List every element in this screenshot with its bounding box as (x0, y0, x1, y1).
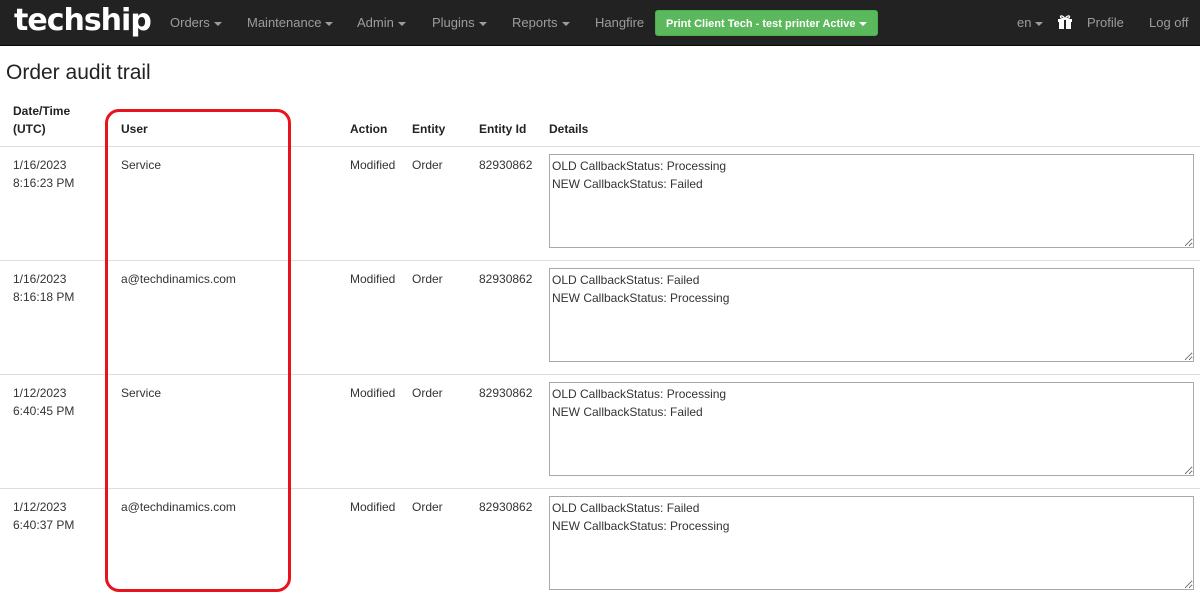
column-header-details: Details (549, 122, 589, 136)
caret-down-icon (1035, 21, 1044, 26)
logoff-link[interactable]: Log off (1149, 0, 1189, 46)
table-row: 1/12/2023 6:40:45 PM Service Modified Or… (0, 375, 1200, 489)
caret-down-icon (561, 21, 570, 26)
profile-link[interactable]: Profile (1087, 0, 1124, 46)
top-navbar: techship Orders Maintenance Admin Plugin… (0, 0, 1200, 46)
cell-user: a@techdinamics.com (121, 272, 236, 286)
nav-reports-label: Reports (512, 15, 558, 30)
cell-user: Service (121, 386, 162, 400)
nav-orders-label: Orders (170, 15, 210, 30)
cell-datetime: 1/12/2023 6:40:45 PM (13, 384, 103, 420)
table-row: 1/16/2023 8:16:23 PM Service Modified Or… (0, 147, 1200, 261)
cell-time: 6:40:37 PM (13, 518, 75, 532)
cell-action: Modified (350, 272, 396, 286)
caret-down-icon (213, 21, 222, 26)
cell-entity-id: 82930862 (479, 386, 533, 400)
details-textarea[interactable]: OLD CallbackStatus: Processing NEW Callb… (549, 382, 1194, 476)
column-header-user: User (121, 122, 148, 136)
language-label: en (1017, 15, 1032, 30)
nav-orders-dropdown[interactable]: Orders (170, 0, 222, 46)
column-header-datetime: Date/Time (UTC) (13, 102, 70, 138)
cell-entity: Order (412, 386, 443, 400)
column-header-action: Action (350, 122, 388, 136)
cell-action: Modified (350, 500, 396, 514)
table-row: 1/12/2023 6:40:37 PM a@techdinamics.com … (0, 489, 1200, 603)
brand-logo[interactable]: techship (14, 3, 152, 39)
cell-time: 8:16:18 PM (13, 290, 75, 304)
cell-datetime: 1/16/2023 8:16:18 PM (13, 270, 103, 306)
cell-time: 8:16:23 PM (13, 176, 75, 190)
details-textarea[interactable]: OLD CallbackStatus: Failed NEW CallbackS… (549, 268, 1194, 362)
cell-entity-id: 82930862 (479, 500, 533, 514)
nav-admin-dropdown[interactable]: Admin (357, 0, 406, 46)
nav-plugins-dropdown[interactable]: Plugins (432, 0, 487, 46)
nav-admin-label: Admin (357, 15, 394, 30)
details-textarea[interactable]: OLD CallbackStatus: Processing NEW Callb… (549, 154, 1194, 248)
nav-maintenance-dropdown[interactable]: Maintenance (247, 0, 334, 46)
print-client-status-label: Print Client Tech - test printer Active (666, 18, 856, 30)
cell-date: 1/12/2023 (13, 386, 67, 400)
table-row: 1/16/2023 8:16:18 PM a@techdinamics.com … (0, 261, 1200, 375)
cell-date: 1/16/2023 (13, 158, 67, 172)
caret-down-icon (478, 21, 487, 26)
language-dropdown[interactable]: en (1017, 0, 1044, 46)
caret-down-icon (859, 22, 868, 27)
print-client-status-button[interactable]: Print Client Tech - test printer Active (655, 10, 879, 36)
nav-reports-dropdown[interactable]: Reports (512, 0, 570, 46)
details-textarea[interactable]: OLD CallbackStatus: Failed NEW CallbackS… (549, 496, 1194, 590)
nav-plugins-label: Plugins (432, 15, 475, 30)
cell-entity: Order (412, 158, 443, 172)
nav-maintenance-label: Maintenance (247, 15, 322, 30)
cell-user: Service (121, 158, 162, 172)
cell-date: 1/16/2023 (13, 272, 67, 286)
cell-action: Modified (350, 158, 396, 172)
caret-down-icon (397, 21, 406, 26)
cell-entity: Order (412, 500, 443, 514)
cell-time: 6:40:45 PM (13, 404, 75, 418)
cell-datetime: 1/12/2023 6:40:37 PM (13, 498, 103, 534)
column-header-datetime-line2: (UTC) (13, 122, 46, 136)
cell-entity-id: 82930862 (479, 272, 533, 286)
cell-action: Modified (350, 386, 396, 400)
column-header-entity-id: Entity Id (479, 122, 527, 136)
column-header-entity: Entity (412, 122, 446, 136)
column-header-datetime-line1: Date/Time (13, 104, 71, 118)
caret-down-icon (325, 21, 334, 26)
cell-entity: Order (412, 272, 443, 286)
page-title: Order audit trail (6, 61, 151, 84)
cell-entity-id: 82930862 (479, 158, 533, 172)
cell-date: 1/12/2023 (13, 500, 67, 514)
cell-user: a@techdinamics.com (121, 500, 236, 514)
nav-hangfire-link[interactable]: Hangfire (595, 0, 644, 46)
cell-datetime: 1/16/2023 8:16:23 PM (13, 156, 103, 192)
gift-icon[interactable] (1057, 14, 1073, 30)
